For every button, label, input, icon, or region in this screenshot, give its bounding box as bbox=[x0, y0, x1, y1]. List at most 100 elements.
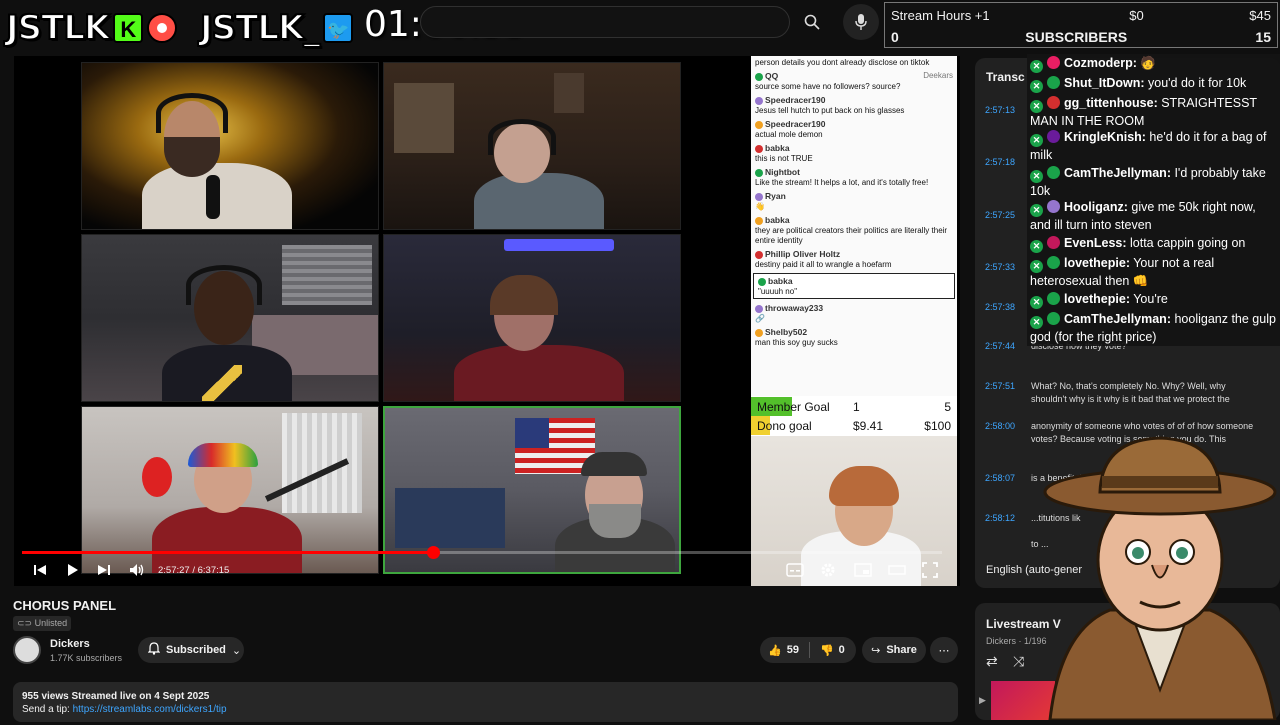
search-input[interactable] bbox=[420, 6, 790, 38]
user-badge-icon bbox=[755, 192, 763, 201]
video-player[interactable]: person details you dont already disclose… bbox=[14, 56, 960, 586]
dono-goal-label: Dono goal bbox=[757, 418, 812, 433]
logo-right: JSTLK_ 🐦 bbox=[199, 7, 354, 49]
like-count: 59 bbox=[786, 644, 799, 656]
video-chat-panel: person details you dont already disclose… bbox=[751, 56, 957, 396]
next-button[interactable] bbox=[96, 562, 112, 583]
overlay-chat-message: ✕ Shut_ItDown: you'd do it for 10k bbox=[1027, 74, 1280, 94]
play-button[interactable] bbox=[64, 562, 80, 583]
chat-text: Jesus tell hutch to put back on his glas… bbox=[755, 106, 905, 115]
transcript-timestamp[interactable]: 2:58:07 bbox=[985, 472, 1031, 485]
webcam-panel-2 bbox=[383, 62, 681, 230]
livestream-meta: Dickers · 1/196 bbox=[986, 636, 1047, 646]
chat-text: "uuuuh no" bbox=[758, 287, 798, 296]
kick-badge-icon: ✕ bbox=[1030, 134, 1043, 147]
overlay-chat-username: lovethepie: bbox=[1064, 256, 1130, 270]
dislike-count: 0 bbox=[838, 644, 845, 656]
webcam-panel-3 bbox=[81, 234, 379, 402]
chat-message-header: Shelby502 bbox=[755, 327, 953, 338]
chat-text: person details you dont already disclose… bbox=[755, 58, 930, 67]
transcript-timestamp[interactable]: 2:57:51 bbox=[985, 380, 1031, 393]
stream-hours-target: $45 bbox=[1249, 7, 1271, 23]
chat-message: Speedracer190 actual mole demon bbox=[751, 117, 957, 141]
overlay-chat-message: ✕ lovethepie: Your not a real heterosexua… bbox=[1027, 254, 1280, 290]
transcript-row[interactable]: 2:57:51 What? No, that's completely No. W… bbox=[985, 380, 1275, 406]
kick-badge-icon: ✕ bbox=[1030, 260, 1043, 273]
channel-avatar[interactable] bbox=[13, 636, 41, 664]
logo-left: JSTLK K bbox=[5, 7, 178, 49]
like-button[interactable]: 👍 59 bbox=[768, 644, 799, 657]
transcript-timestamp[interactable]: 2:57:44 bbox=[985, 340, 1031, 353]
detective-mascot-image bbox=[1040, 430, 1280, 722]
loop-icon[interactable]: ⇄ bbox=[986, 653, 998, 670]
theater-mode-icon[interactable] bbox=[888, 562, 906, 583]
settings-gear-icon[interactable] bbox=[820, 562, 836, 583]
more-actions-button[interactable]: ⋯ bbox=[930, 637, 958, 663]
shuffle-icon[interactable]: ⤨ bbox=[1013, 653, 1024, 670]
share-label: Share bbox=[886, 644, 917, 656]
user-badge-icon bbox=[755, 304, 763, 313]
chat-message: person details you dont already disclose… bbox=[751, 56, 957, 69]
chat-text: source some have no followers? source? bbox=[755, 82, 901, 91]
bell-icon bbox=[147, 642, 161, 658]
transcript-timestamp[interactable]: 2:57:13 bbox=[985, 104, 1031, 117]
user-avatar bbox=[1047, 56, 1060, 69]
video-goals: Member Goal 1 5 Dono goal $9.41 $100 bbox=[751, 396, 957, 436]
previous-button[interactable] bbox=[32, 562, 48, 583]
transcript-title: Transc bbox=[986, 70, 1025, 84]
share-button[interactable]: ↪ Share bbox=[862, 637, 926, 663]
channel-logo-text-2: JSTLK_ bbox=[199, 7, 321, 49]
overlay-chat-text: 🧑 bbox=[1136, 56, 1156, 70]
overlay-chat-username: gg_tittenhouse: bbox=[1064, 96, 1158, 110]
kick-badge-icon: ✕ bbox=[1030, 170, 1043, 183]
chat-message: babka they are political creators their p… bbox=[751, 213, 957, 247]
overlay-chat-username: Shut_ItDown: bbox=[1064, 76, 1145, 90]
user-avatar bbox=[1047, 200, 1060, 213]
video-description[interactable]: 955 views Streamed live on 4 Sept 2025 S… bbox=[13, 682, 958, 722]
user-badge-icon bbox=[755, 328, 763, 337]
tip-link[interactable]: https://streamlabs.com/dickers1/tip bbox=[73, 704, 227, 715]
chat-username: Speedracer190 bbox=[765, 95, 826, 105]
transcript-timestamp[interactable]: 2:57:25 bbox=[985, 209, 1031, 222]
chat-message-header: throwaway233 bbox=[755, 303, 953, 314]
transcript-timestamp[interactable]: 2:57:33 bbox=[985, 261, 1031, 274]
subscribed-button[interactable]: Subscribed ⌄ bbox=[138, 637, 244, 663]
user-avatar bbox=[1047, 256, 1060, 269]
transcript-timestamp[interactable]: 2:57:18 bbox=[985, 156, 1031, 169]
webcam-panel-1 bbox=[81, 62, 379, 230]
transcript-timestamp[interactable]: 2:57:38 bbox=[985, 301, 1031, 314]
search-icon[interactable] bbox=[794, 4, 830, 40]
transcript-timestamp[interactable]: 2:58:12 bbox=[985, 512, 1031, 525]
fullscreen-icon[interactable] bbox=[922, 562, 938, 583]
chat-extra-label: Deekars bbox=[923, 71, 953, 80]
kick-badge-icon: ✕ bbox=[1030, 80, 1043, 93]
dislike-button[interactable]: 👎 0 bbox=[820, 644, 845, 657]
user-badge-icon bbox=[755, 96, 763, 105]
volume-icon[interactable] bbox=[129, 562, 145, 583]
subtitles-icon[interactable] bbox=[786, 562, 804, 583]
record-icon bbox=[147, 13, 178, 43]
kick-badge-icon: ✕ bbox=[1030, 316, 1043, 329]
kick-badge-icon: ✕ bbox=[1030, 100, 1043, 113]
transcript-timestamp[interactable]: 2:58:00 bbox=[985, 420, 1031, 433]
member-goal-current: 1 bbox=[853, 399, 860, 414]
channel-name[interactable]: Dickers bbox=[50, 638, 90, 650]
thumbs-up-icon: 👍 bbox=[768, 644, 782, 657]
overlay-chat-username: CamTheJellyman: bbox=[1064, 166, 1171, 180]
chat-username: Shelby502 bbox=[765, 327, 808, 337]
miniplayer-icon[interactable] bbox=[854, 562, 872, 583]
chat-message: babka "uuuuh no" bbox=[753, 273, 955, 299]
like-divider bbox=[808, 642, 810, 658]
link-icon: ⊂⊃ bbox=[17, 618, 35, 628]
user-badge-icon bbox=[755, 250, 763, 259]
chat-message-header: babka bbox=[758, 276, 950, 287]
video-title: CHORUS PANEL bbox=[13, 598, 117, 613]
microphone-icon[interactable] bbox=[843, 4, 879, 40]
overlay-chat-message: ✕ CamTheJellyman: hooliganz the gulp god … bbox=[1027, 310, 1280, 346]
subs-label: SUBSCRIBERS bbox=[1025, 29, 1128, 45]
transcript-text: What? No, that's completely No. Why? Wel… bbox=[1031, 381, 1230, 404]
user-badge-icon bbox=[758, 277, 766, 286]
user-avatar bbox=[1047, 166, 1060, 179]
stream-branding-bar: JSTLK K JSTLK_ 🐦 01:06:53 bbox=[0, 0, 880, 52]
user-badge-icon bbox=[755, 168, 763, 177]
